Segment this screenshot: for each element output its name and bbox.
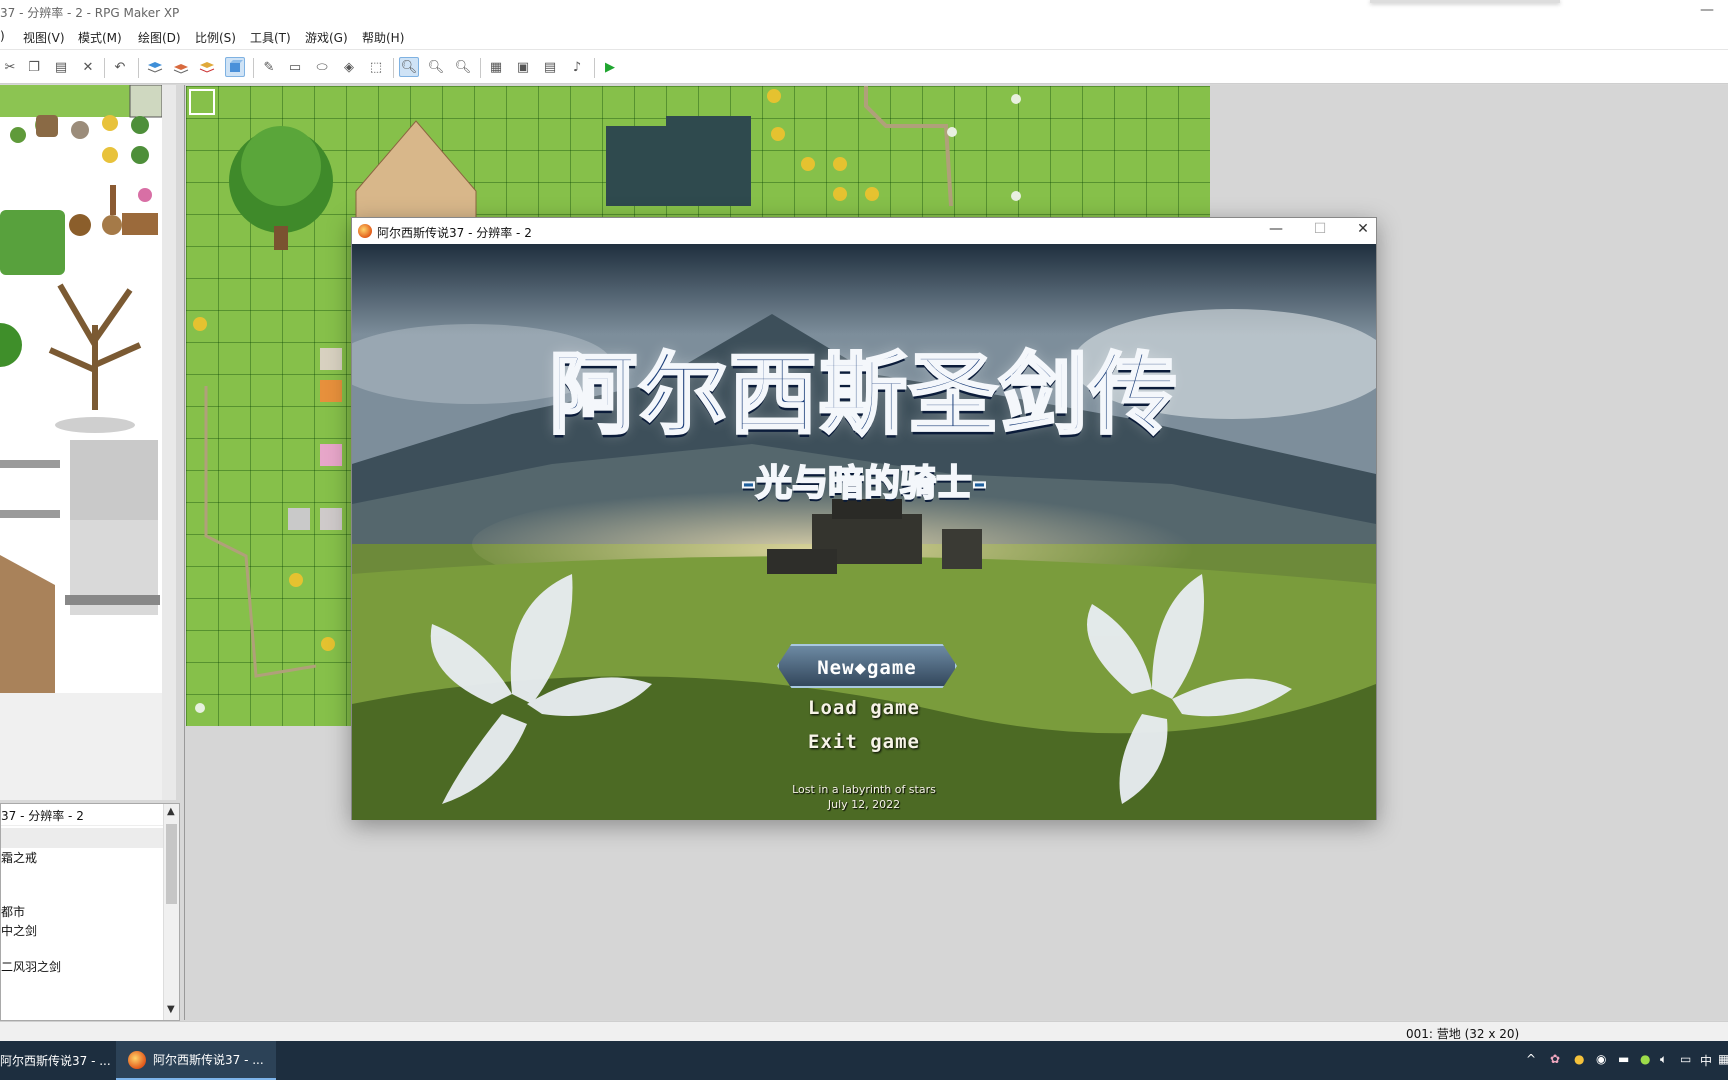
map-tree-item[interactable]: 都市 xyxy=(1,903,25,920)
taskbar: 阿尔西斯传说37 - ... 阿尔西斯传说37 - ... ^ ✿ ● ◉ ▬ … xyxy=(0,1041,1728,1080)
game-maximize-button[interactable]: ☐ xyxy=(1306,221,1334,241)
scroll-up-icon[interactable]: ▲ xyxy=(167,806,175,817)
menu-tools[interactable]: 工具(T) xyxy=(250,29,291,46)
taskbar-item-label: 阿尔西斯传说37 - ... xyxy=(0,1054,111,1068)
paste-icon[interactable]: ▤ xyxy=(51,57,71,77)
menubar: ) 视图(V) 模式(M) 绘图(D) 比例(S) 工具(T) 游戏(G) 帮助… xyxy=(0,24,1728,50)
layer3-icon[interactable] xyxy=(197,57,217,77)
menu-help[interactable]: 帮助(H) xyxy=(362,29,404,46)
toolbar: ✂ ❐ ▤ ✕ ↶ ✎ ▭ ⬭ ◈ ⬚ 🔍︎ 🔍︎ 🔍︎ ▦ ▣ ▤ ♪ ▶ xyxy=(0,50,1728,84)
input-method-indicator[interactable]: 中 xyxy=(1700,1052,1712,1069)
steam-icon[interactable]: ◉ xyxy=(1596,1052,1606,1066)
scroll-down-icon[interactable]: ▼ xyxy=(167,1004,175,1015)
map-tree-item[interactable]: 中之剑 xyxy=(1,922,37,939)
game-tagline: Lost in a labyrinth of stars xyxy=(792,783,936,796)
game-window-title: 阿尔西斯传说37 - 分辨率 - 2 xyxy=(377,226,532,240)
game-app-icon xyxy=(128,1050,146,1069)
map-tree: 37 - 分辨率 - 2 霜之戒 都市 中之剑 二风羽之剑 ▲ ▼ xyxy=(0,803,180,1021)
scissors-icon[interactable]: ✂ xyxy=(0,57,20,77)
toolbar-separator xyxy=(138,58,139,78)
copy-icon[interactable]: ❐ xyxy=(24,57,44,77)
tileset-scrollbar[interactable] xyxy=(162,85,176,800)
undo-icon[interactable]: ↶ xyxy=(110,57,130,77)
zoom-1-4-icon[interactable]: 🔍︎ xyxy=(453,57,473,77)
fill-icon[interactable]: ◈ xyxy=(339,57,359,77)
layer1-icon[interactable] xyxy=(145,57,165,77)
toolbar-separator xyxy=(393,58,394,78)
map-tree-item[interactable]: 二风羽之剑 xyxy=(1,958,61,975)
playtest-icon[interactable]: ▶ xyxy=(600,57,620,77)
map-tree-root[interactable]: 37 - 分辨率 - 2 xyxy=(1,804,179,826)
game-date: July 12, 2022 xyxy=(827,798,901,811)
tileset-panel xyxy=(0,85,176,800)
event-layer-icon[interactable] xyxy=(225,57,245,77)
map-tree-scrollbar[interactable]: ▲ ▼ xyxy=(163,804,179,1020)
menu-mode[interactable]: 模式(M) xyxy=(78,29,122,46)
zoom-1-1-icon[interactable]: 🔍︎ xyxy=(399,57,419,77)
menu-edit[interactable]: ) xyxy=(0,29,5,43)
sound-icon[interactable]: ♪ xyxy=(567,57,587,77)
tray-app-icon[interactable]: ▬ xyxy=(1618,1052,1629,1066)
database-icon[interactable]: ▦ xyxy=(486,57,506,77)
statusbar: 001: 营地 (32 x 20) xyxy=(0,1021,1728,1041)
menu-draw[interactable]: 绘图(D) xyxy=(138,29,181,46)
rectangle-icon[interactable]: ▭ xyxy=(285,57,305,77)
material-icon[interactable]: ▣ xyxy=(513,57,533,77)
game-title-screen[interactable]: 阿尔西斯圣剑传 -光与暗的骑士- New◆game Load game Exit… xyxy=(352,244,1376,820)
toolbar-separator xyxy=(253,58,254,78)
tileset-palette[interactable] xyxy=(0,85,162,693)
app-title: 37 - 分辨率 - 2 - RPG Maker XP xyxy=(0,6,180,20)
layer2-icon[interactable] xyxy=(171,57,191,77)
toolbar-separator xyxy=(594,58,595,78)
delete-icon[interactable]: ✕ xyxy=(78,57,98,77)
zoom-1-2-icon[interactable]: 🔍︎ xyxy=(426,57,446,77)
select-icon[interactable]: ⬚ xyxy=(366,57,386,77)
floating-window-shadow xyxy=(1370,0,1560,3)
tray-app-icon[interactable]: ● xyxy=(1640,1052,1650,1066)
pencil-icon[interactable]: ✎ xyxy=(259,57,279,77)
toolbar-separator xyxy=(104,58,105,78)
tray-app-icon[interactable]: ✿ xyxy=(1550,1052,1560,1066)
taskbar-item[interactable]: 阿尔西斯传说37 - ... xyxy=(0,1041,111,1080)
taskbar-item-active[interactable]: 阿尔西斯传说37 - ... xyxy=(116,1041,276,1080)
menu-scale[interactable]: 比例(S) xyxy=(195,29,236,46)
scroll-thumb[interactable] xyxy=(166,824,177,904)
exit-game-button[interactable]: Exit game xyxy=(352,731,1376,753)
load-game-button[interactable]: Load game xyxy=(352,697,1376,719)
menu-game[interactable]: 游戏(G) xyxy=(305,29,348,46)
script-icon[interactable]: ▤ xyxy=(540,57,560,77)
map-tree-item[interactable]: 霜之戒 xyxy=(1,849,37,866)
toolbar-separator xyxy=(480,58,481,78)
game-window: 阿尔西斯传说37 - 分辨率 - 2 — ☐ ✕ 阿尔西斯圣剑传 -光与暗的骑士… xyxy=(351,217,1377,820)
tray-app-icon[interactable]: ● xyxy=(1574,1052,1584,1066)
ellipse-icon[interactable]: ⬭ xyxy=(312,57,332,77)
game-app-icon xyxy=(358,224,372,238)
game-title-logo: 阿尔西斯圣剑传 xyxy=(547,342,1179,448)
map-status-text: 001: 营地 (32 x 20) xyxy=(1406,1027,1520,1041)
map-tree-selected-row[interactable] xyxy=(1,828,164,848)
minimize-button[interactable]: — xyxy=(1700,2,1714,18)
keyboard-icon[interactable]: ▦ xyxy=(1718,1052,1728,1066)
game-window-titlebar: 阿尔西斯传说37 - 分辨率 - 2 — ☐ ✕ xyxy=(352,218,1376,244)
app-titlebar: 37 - 分辨率 - 2 - RPG Maker XP — xyxy=(0,0,1728,24)
speaker-icon[interactable]: 🔈︎ xyxy=(1660,1052,1667,1067)
taskbar-item-label: 阿尔西斯传说37 - ... xyxy=(153,1053,264,1067)
tray-overflow-icon[interactable]: ^ xyxy=(1526,1052,1536,1066)
menu-view[interactable]: 视图(V) xyxy=(23,29,65,46)
new-game-button[interactable]: New◆game xyxy=(777,644,957,688)
game-subtitle: -光与暗的骑士- xyxy=(740,462,988,505)
game-close-button[interactable]: ✕ xyxy=(1349,221,1377,241)
network-icon[interactable]: ▭ xyxy=(1680,1052,1691,1066)
game-minimize-button[interactable]: — xyxy=(1262,221,1290,241)
